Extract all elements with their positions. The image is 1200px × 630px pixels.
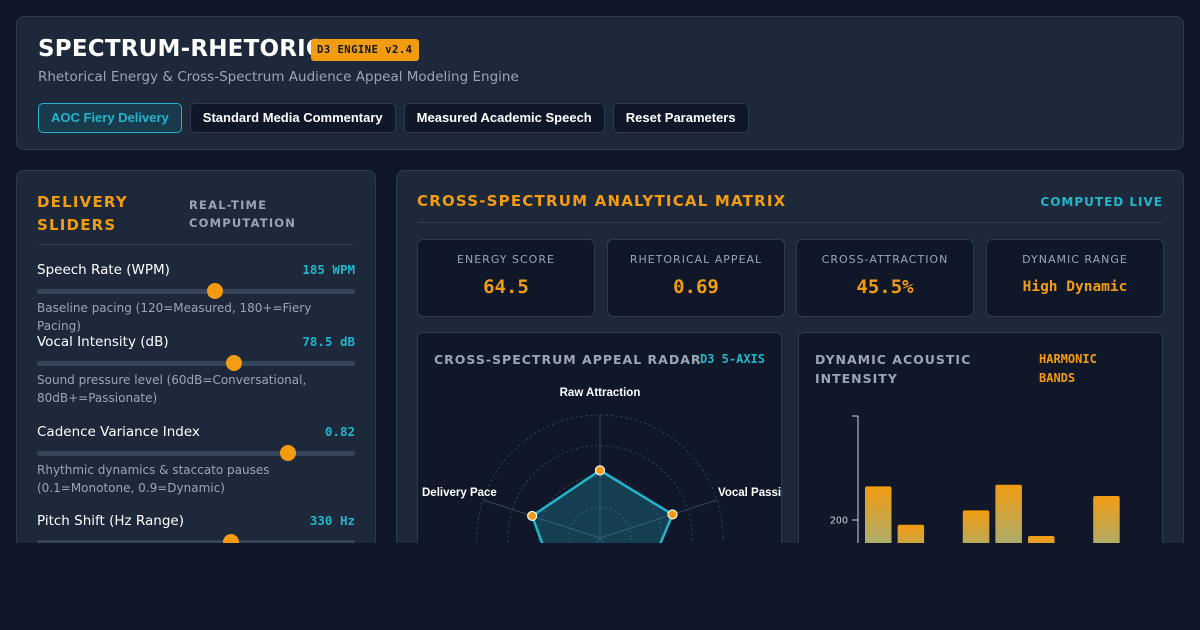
delivery-sliders-panel: DELIVERY SLIDERS REAL-TIME COMPUTATION S… <box>16 170 376 543</box>
header-card: SPECTRUM-RHETORIC D3 ENGINE v2.4 Rhetori… <box>16 16 1184 150</box>
metric-label: ENERGY SCORE <box>457 253 555 266</box>
appeal-radar-card: CROSS-SPECTRUM APPEAL RADAR D3 5-AXIS Ra… <box>417 332 782 543</box>
bar <box>995 484 1022 543</box>
preset-media-commentary-button[interactable]: Standard Media Commentary <box>189 103 396 133</box>
slider-track[interactable] <box>37 283 355 299</box>
engine-version-badge: D3 ENGINE v2.4 <box>311 39 419 61</box>
radar-data-point <box>594 465 606 476</box>
metric-value: 64.5 <box>483 276 529 298</box>
slider-label: Vocal Intensity (dB) <box>37 334 169 350</box>
metric-label: CROSS-ATTRACTION <box>821 253 949 266</box>
bar <box>1093 496 1120 543</box>
slider-help-text: Rhythmic dynamics & staccato pauses (0.1… <box>37 463 270 495</box>
y-tick-label: 200 <box>830 516 848 527</box>
metric-value: 0.69 <box>673 276 719 298</box>
radar-chart: Raw Attraction Vocal Passion Delivery Pace <box>422 387 782 543</box>
preset-aoc-fiery-button[interactable]: AOC Fiery Delivery <box>38 103 182 133</box>
slider-value: 0.82 <box>324 424 355 439</box>
slider-thumb[interactable] <box>222 534 239 543</box>
metric-value: 45.5% <box>856 276 914 298</box>
bar <box>865 486 892 543</box>
divider <box>417 222 1163 223</box>
preset-button-row: AOC Fiery Delivery Standard Media Commen… <box>38 103 749 133</box>
matrix-title: CROSS-SPECTRUM ANALYTICAL MATRIX <box>417 192 787 210</box>
bar <box>962 510 990 543</box>
slider-value: 78.5 dB <box>302 334 355 349</box>
metric-label: RHETORICAL APPEAL <box>629 253 763 266</box>
metric-label: DYNAMIC RANGE <box>1022 253 1128 266</box>
slider-thumb[interactable] <box>280 445 297 461</box>
reset-parameters-button[interactable]: Reset Parameters <box>612 103 749 133</box>
radar-axis-label: Vocal Passion <box>718 487 782 499</box>
radar-series-polygon <box>530 468 675 543</box>
realtime-computation-label: REAL-TIME COMPUTATION <box>189 198 297 230</box>
slider-help-text: Sound pressure level (60dB=Conversationa… <box>37 373 307 405</box>
slider-track[interactable] <box>37 534 355 543</box>
divider <box>37 244 355 245</box>
radar-data-point <box>527 510 538 522</box>
app-title: SPECTRUM-RHETORIC <box>38 36 323 62</box>
metric-dynamic-range: DYNAMIC RANGE High Dynamic <box>986 239 1164 317</box>
metric-energy-score: ENERGY SCORE 64.5 <box>417 239 595 317</box>
analytical-matrix-panel: CROSS-SPECTRUM ANALYTICAL MATRIX COMPUTE… <box>396 170 1184 543</box>
slider-track[interactable] <box>37 445 355 461</box>
slider-thumb[interactable] <box>207 283 224 299</box>
radar-data-point <box>667 509 678 520</box>
metric-value: High Dynamic <box>1022 279 1128 295</box>
app-subtitle: Rhetorical Energy & Cross-Spectrum Audie… <box>38 69 519 85</box>
slider-track[interactable] <box>37 355 355 371</box>
slider-label: Pitch Shift (Hz Range) <box>37 513 184 529</box>
preset-academic-speech-button[interactable]: Measured Academic Speech <box>403 103 605 133</box>
sliders-panel-title: DELIVERY SLIDERS <box>37 193 128 234</box>
metric-cross-attraction: CROSS-ATTRACTION 45.5% <box>796 239 974 317</box>
acoustic-intensity-card: DYNAMIC ACOUSTIC INTENSITY HARMONIC BAND… <box>798 332 1163 543</box>
bar <box>1028 536 1055 543</box>
slider-value: 185 WPM <box>302 262 355 277</box>
radar-axis-label: Raw Attraction <box>560 387 641 399</box>
bar-chart: 200150 <box>830 415 1120 543</box>
slider-help-text: Baseline pacing (120=Measured, 180+=Fier… <box>37 301 312 333</box>
computed-live-status: COMPUTED LIVE <box>1040 195 1163 209</box>
bar <box>897 524 925 543</box>
slider-value: 330 Hz <box>309 513 355 528</box>
slider-label: Speech Rate (WPM) <box>37 262 170 278</box>
slider-thumb[interactable] <box>226 355 243 371</box>
metric-rhetorical-appeal: RHETORICAL APPEAL 0.69 <box>607 239 785 317</box>
slider-label: Cadence Variance Index <box>37 424 200 440</box>
radar-axis-label: Delivery Pace <box>422 487 497 499</box>
